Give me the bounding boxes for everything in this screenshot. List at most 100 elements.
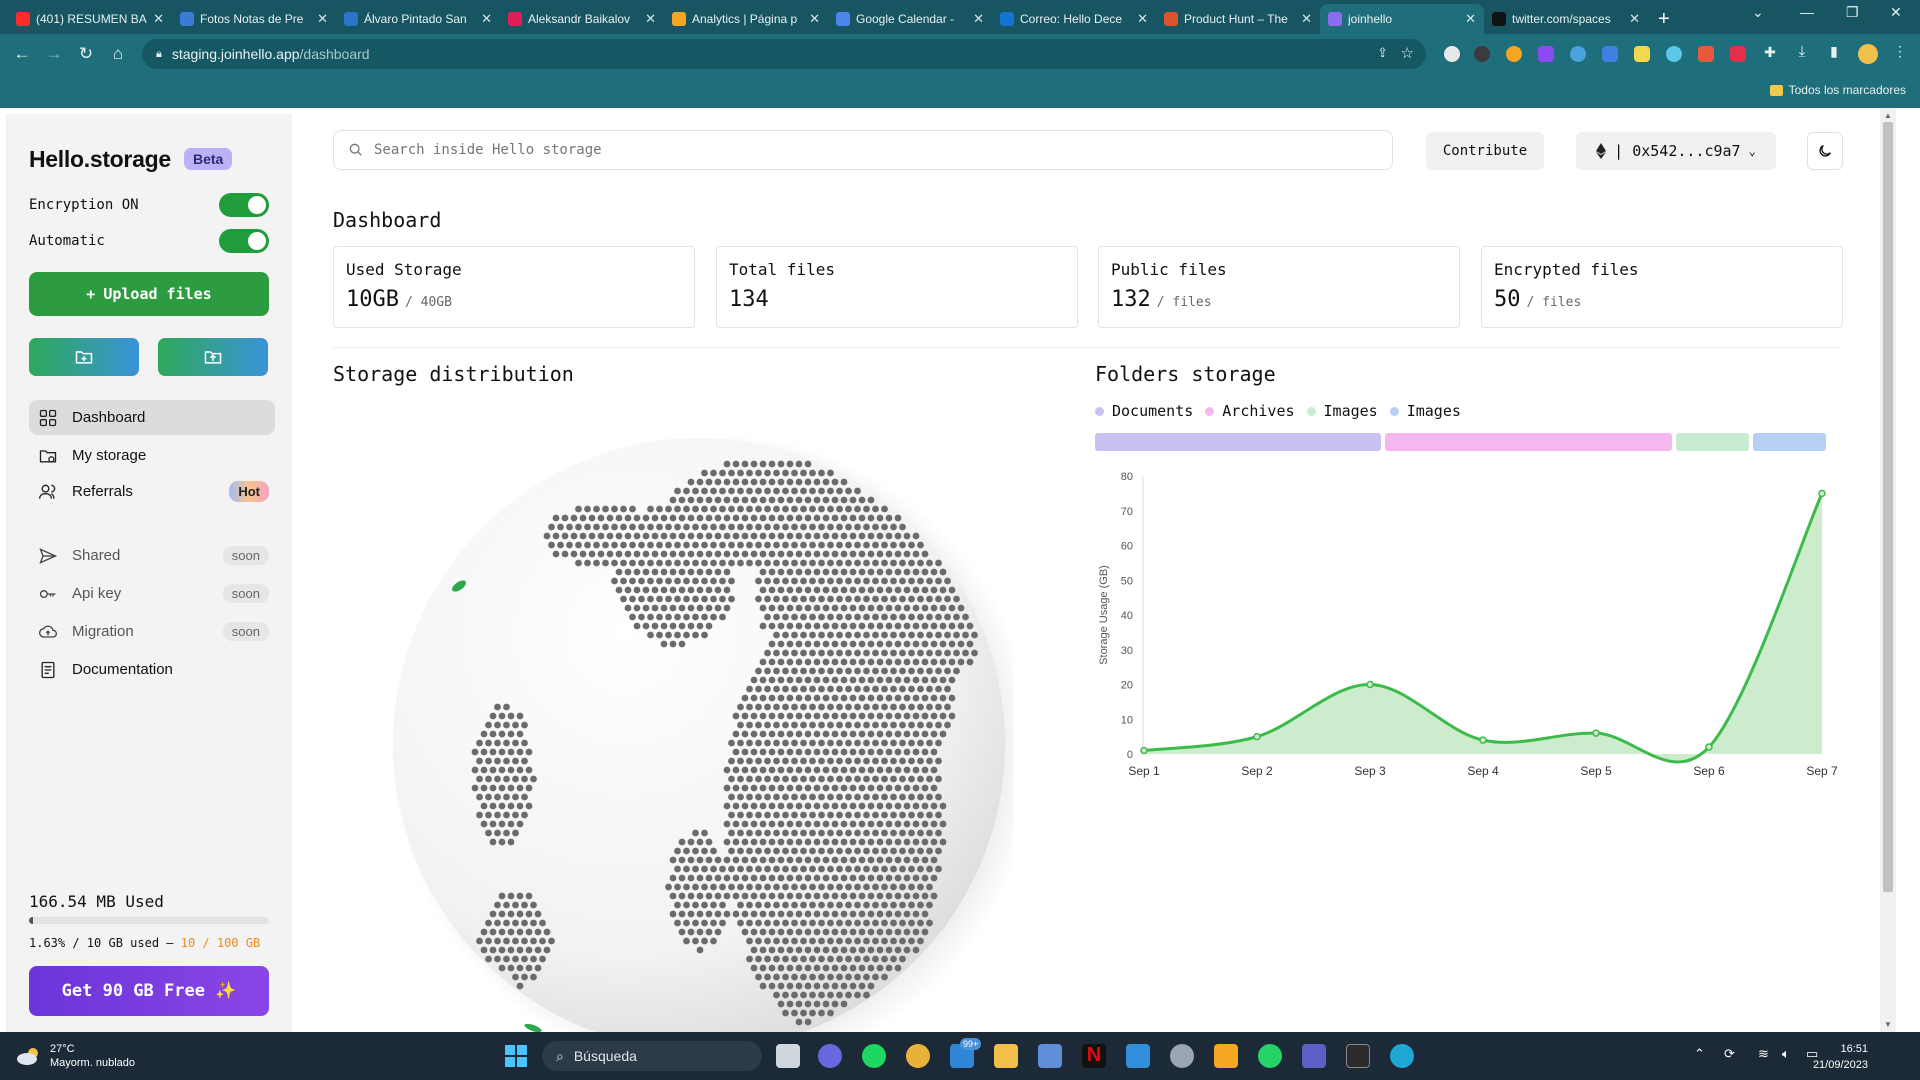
menu-icon[interactable]: ⋮ — [1884, 43, 1916, 60]
chrome-icon[interactable] — [906, 1044, 930, 1068]
close-tab-icon[interactable]: ✕ — [153, 11, 164, 27]
scroll-up-icon[interactable]: ▲ — [1884, 111, 1892, 120]
extension-icon[interactable] — [1444, 46, 1460, 62]
scroll-down-icon[interactable]: ▼ — [1884, 1020, 1892, 1029]
whatsapp-icon[interactable] — [1258, 1044, 1282, 1068]
spotify-icon[interactable] — [862, 1044, 886, 1068]
file-explorer-icon[interactable] — [994, 1044, 1018, 1068]
browser-tab[interactable]: Product Hunt – The ✕ — [1156, 4, 1320, 34]
search-input[interactable] — [374, 142, 1392, 158]
extension-icon[interactable] — [1730, 46, 1746, 62]
edge-icon[interactable] — [1390, 1044, 1414, 1068]
analytics-icon[interactable] — [1214, 1044, 1238, 1068]
close-tab-icon[interactable]: ✕ — [1465, 11, 1476, 27]
sidepanel-icon[interactable]: ▮ — [1818, 43, 1850, 60]
wifi-icon[interactable]: ≋ — [1758, 1046, 1769, 1062]
vscode-icon[interactable] — [1126, 1044, 1150, 1068]
extension-icon[interactable] — [1538, 46, 1554, 62]
sidebar-item-migration[interactable]: Migration soon — [29, 614, 275, 649]
settings-icon[interactable] — [1170, 1044, 1194, 1068]
browser-tab[interactable]: (401) RESUMEN BA ✕ — [8, 4, 172, 34]
data-point[interactable] — [1140, 746, 1148, 755]
tab-search-icon[interactable]: ⌄ — [1752, 4, 1764, 21]
minimize-icon[interactable]: — — [1800, 4, 1814, 20]
scrollbar-thumb[interactable] — [1883, 122, 1893, 892]
extension-icon[interactable] — [1666, 46, 1682, 62]
upload-folder-button[interactable] — [158, 338, 268, 376]
share-icon[interactable]: ⇪ — [1377, 45, 1388, 61]
download-icon[interactable]: ⤓ — [1786, 43, 1818, 60]
weather-widget[interactable]: 27°C Mayorm. nublado — [16, 1042, 135, 1070]
profile-avatar[interactable] — [1858, 44, 1878, 64]
browser-tab[interactable]: Correo: Hello Dece ✕ — [992, 4, 1156, 34]
new-folder-button[interactable] — [29, 338, 139, 376]
volume-icon[interactable]: 🔈︎ — [1782, 1046, 1790, 1062]
close-tab-icon[interactable]: ✕ — [481, 11, 492, 27]
get-free-storage-button[interactable]: Get 90 GB Free ✨ — [29, 966, 269, 1016]
extension-icon[interactable] — [1602, 46, 1618, 62]
store-icon[interactable] — [1038, 1044, 1062, 1068]
forward-icon[interactable]: → — [38, 44, 70, 64]
close-window-icon[interactable]: ✕ — [1890, 4, 1902, 21]
bookmark-star-icon[interactable]: ☆ — [1401, 44, 1414, 62]
app-logo[interactable]: Hello.storage — [29, 146, 171, 173]
close-tab-icon[interactable]: ✕ — [317, 11, 328, 27]
sync-icon[interactable]: ⟳ — [1724, 1046, 1735, 1062]
close-tab-icon[interactable]: ✕ — [809, 11, 820, 27]
teams-icon[interactable] — [1302, 1044, 1326, 1068]
encryption-toggle[interactable] — [219, 193, 269, 217]
extension-icon[interactable] — [1570, 46, 1586, 62]
netflix-icon[interactable]: N — [1082, 1044, 1106, 1068]
automatic-toggle[interactable] — [219, 229, 269, 253]
browser-tab[interactable]: Analytics | Página p ✕ — [664, 4, 828, 34]
sidebar-item-my-storage[interactable]: My storage — [29, 438, 275, 473]
page-scrollbar[interactable]: ▲ ▼ — [1880, 108, 1896, 1032]
data-point[interactable] — [1592, 729, 1600, 737]
close-tab-icon[interactable]: ✕ — [645, 11, 656, 27]
new-tab-icon[interactable]: + — [1658, 4, 1670, 34]
data-point[interactable] — [1253, 732, 1261, 741]
sidebar-item-shared[interactable]: Shared soon — [29, 538, 275, 573]
contribute-button[interactable]: Contribute — [1426, 132, 1544, 170]
close-tab-icon[interactable]: ✕ — [1629, 11, 1640, 27]
task-view-icon[interactable] — [776, 1044, 800, 1068]
address-bar[interactable]: 🔒︎ staging.joinhello.app/dashboard ⇪ ☆ — [142, 39, 1426, 69]
chat-icon[interactable] — [818, 1044, 842, 1068]
browser-tab[interactable]: joinhello ✕ — [1320, 4, 1484, 34]
sidebar-item-dashboard[interactable]: Dashboard — [29, 400, 275, 435]
browser-tab[interactable]: Google Calendar - ✕ — [828, 4, 992, 34]
close-tab-icon[interactable]: ✕ — [973, 11, 984, 27]
theme-toggle[interactable] — [1807, 132, 1843, 170]
reload-icon[interactable]: ↻ — [70, 44, 102, 64]
data-point[interactable] — [1479, 736, 1487, 744]
sidebar-item-referrals[interactable]: Referrals Hot — [29, 474, 275, 509]
extension-icon[interactable] — [1634, 46, 1650, 62]
wallet-selector[interactable]: | 0x542...c9a7 ⌄ — [1576, 132, 1776, 170]
tray-chevron-icon[interactable]: ⌃ — [1694, 1046, 1705, 1062]
back-icon[interactable]: ← — [6, 44, 38, 64]
site-info-icon[interactable]: 🔒︎ — [156, 48, 162, 61]
browser-tab[interactable]: Álvaro Pintado San ✕ — [336, 4, 500, 34]
close-tab-icon[interactable]: ✕ — [1137, 11, 1148, 27]
home-icon[interactable]: ⌂ — [102, 44, 134, 64]
sidebar-item-documentation[interactable]: Documentation — [29, 652, 275, 687]
sidebar-item-api-key[interactable]: Api key soon — [29, 576, 275, 611]
extension-icon[interactable] — [1506, 46, 1522, 62]
windows-start-icon[interactable] — [504, 1044, 528, 1068]
mail-icon[interactable]: 99+ — [950, 1038, 982, 1068]
system-clock[interactable]: 16:51 21/09/2023 — [1813, 1041, 1868, 1073]
data-point[interactable] — [1818, 489, 1826, 498]
extension-icon[interactable] — [1698, 46, 1714, 62]
data-point[interactable] — [1705, 743, 1713, 751]
close-tab-icon[interactable]: ✕ — [1301, 11, 1312, 27]
terminal-icon[interactable] — [1346, 1044, 1370, 1068]
data-point[interactable] — [1366, 680, 1374, 689]
all-bookmarks[interactable]: Todos los marcadores — [1769, 83, 1906, 97]
browser-tab[interactable]: Fotos Notas de Pre ✕ — [172, 4, 336, 34]
upload-files-button[interactable]: + Upload files — [29, 272, 269, 316]
browser-tab[interactable]: twitter.com/spaces ✕ — [1484, 4, 1648, 34]
taskbar-search[interactable]: ⌕ Búsqueda — [542, 1041, 762, 1071]
extension-icon[interactable] — [1474, 46, 1490, 62]
puzzle-icon[interactable]: ✚ — [1754, 44, 1786, 61]
restore-icon[interactable]: ❐ — [1846, 4, 1859, 21]
